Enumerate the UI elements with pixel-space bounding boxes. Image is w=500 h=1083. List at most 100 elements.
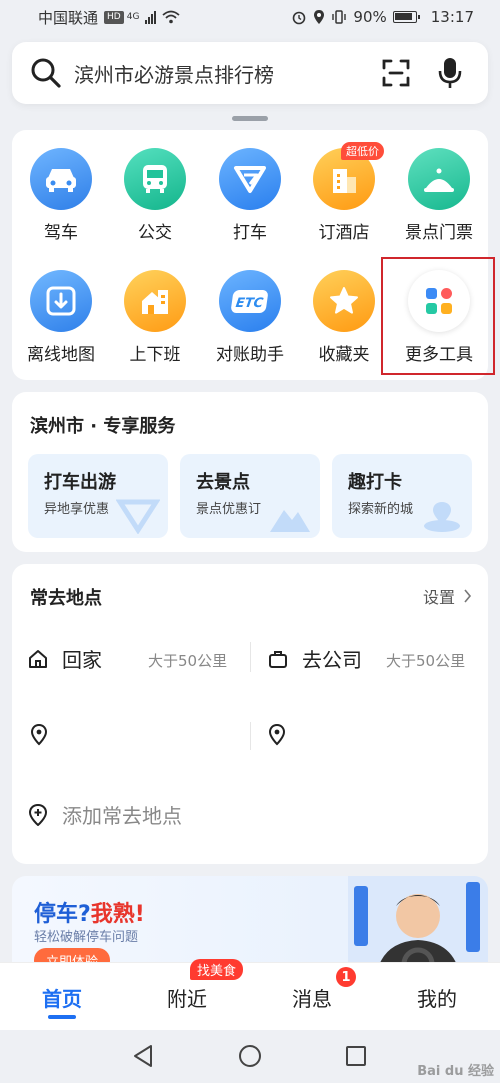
- tool-label: 景点门票: [405, 223, 473, 243]
- add-place-label: 添加常去地点: [62, 804, 182, 828]
- service-title: 打车出游: [44, 472, 116, 493]
- place-home[interactable]: 回家: [28, 644, 102, 673]
- status-bar: 中国联通 HD 4G 90% 13:17: [0, 0, 500, 34]
- bottom-tab-bar: 首页 附近 找美食 消息 1 我的: [0, 959, 500, 1030]
- taxi-decor-icon: [116, 499, 160, 534]
- place-saved-2[interactable]: [268, 724, 286, 746]
- service-taxi-trip[interactable]: 打车出游 异地享优惠: [28, 454, 168, 538]
- add-location-icon: [28, 803, 48, 826]
- search-input[interactable]: 滨州市必游景点排行榜: [74, 59, 362, 88]
- place-work-distance: 大于50公里: [386, 652, 466, 670]
- tool-label: 打车: [233, 223, 267, 243]
- tool-label: 收藏夹: [318, 345, 370, 365]
- battery-percent: 90%: [353, 8, 387, 26]
- parking-banner[interactable]: 停车?我熟! 轻松破解停车问题 立即体验: [12, 876, 488, 976]
- signal-icon: [145, 10, 157, 24]
- service-scenic[interactable]: 去景点 景点优惠订: [180, 454, 320, 538]
- commute-icon: [124, 270, 186, 332]
- tab-nearby[interactable]: 附近: [147, 983, 227, 1012]
- tools-card: 驾车 公交 打车 超低价 订酒店 景点门票 离线地图 上下班 ETC 对账助手 …: [12, 130, 495, 380]
- wifi-icon: [162, 10, 181, 24]
- battery-icon: [392, 11, 420, 23]
- briefcase-icon: [269, 650, 287, 668]
- checkin-decor-icon: [424, 502, 460, 532]
- offline-map-icon: [30, 270, 92, 332]
- banner-title-a: 停车?: [34, 902, 91, 927]
- drag-handle[interactable]: [232, 116, 268, 121]
- bus-icon: [124, 148, 186, 210]
- tool-hotel[interactable]: 超低价 订酒店: [297, 142, 391, 243]
- tab-home[interactable]: 首页: [22, 983, 102, 1012]
- tool-label: 驾车: [44, 223, 78, 243]
- place-work[interactable]: 去公司: [268, 644, 362, 673]
- message-count-badge: 1: [336, 967, 356, 987]
- scan-button[interactable]: [376, 53, 416, 93]
- clock: 13:17: [430, 8, 474, 26]
- service-title: 趣打卡: [348, 472, 402, 493]
- tab-mine[interactable]: 我的: [397, 983, 477, 1012]
- etc-icon: ETC: [219, 270, 281, 332]
- home-icon: [29, 649, 47, 668]
- location-icon: [314, 10, 325, 24]
- tool-offline-map[interactable]: 离线地图: [14, 270, 108, 365]
- system-nav-bar: Bai du 经验: [0, 1030, 500, 1083]
- tool-label: 订酒店: [318, 223, 370, 243]
- tab-messages[interactable]: 消息: [272, 983, 352, 1012]
- microphone-icon: [438, 58, 462, 88]
- banner-title-b: 我熟!: [90, 902, 145, 927]
- back-icon: [134, 1045, 152, 1067]
- divider: [250, 722, 251, 750]
- tool-bus[interactable]: 公交: [108, 148, 202, 243]
- home-circle-icon: [239, 1045, 261, 1067]
- tool-label: 离线地图: [27, 345, 95, 365]
- alarm-icon: [293, 11, 306, 25]
- tool-label: 公交: [138, 223, 172, 243]
- tool-scenic-tickets[interactable]: 景点门票: [392, 148, 486, 243]
- scan-icon: [382, 59, 410, 87]
- back-button[interactable]: [130, 1043, 156, 1069]
- active-tab-indicator: [48, 1015, 76, 1019]
- car-icon: [30, 148, 92, 210]
- place-work-name: 去公司: [302, 648, 362, 672]
- chevron-right-icon: [464, 589, 472, 603]
- hotel-discount-badge: 超低价: [341, 142, 384, 160]
- places-settings-link[interactable]: 设置: [423, 584, 472, 608]
- tool-label: 上下班: [129, 345, 181, 365]
- exclusive-services-title: 滨州市 · 专享服务: [30, 416, 176, 437]
- scenic-icon: [408, 148, 470, 210]
- service-checkin[interactable]: 趣打卡 探索新的城: [332, 454, 472, 538]
- recents-button[interactable]: [343, 1043, 369, 1069]
- watermark: Bai du 经验: [417, 1064, 494, 1079]
- voice-button[interactable]: [430, 53, 470, 93]
- tool-commute[interactable]: 上下班: [108, 270, 202, 365]
- mountain-decor-icon: [270, 510, 310, 532]
- tool-drive[interactable]: 驾车: [14, 148, 108, 243]
- add-place-button[interactable]: 添加常去地点: [28, 800, 182, 829]
- network-type: 4G: [126, 12, 140, 22]
- vibrate-icon: [332, 10, 347, 24]
- frequent-places-title: 常去地点: [30, 588, 102, 609]
- place-home-distance: 大于50公里: [148, 652, 228, 670]
- tool-favorites[interactable]: 收藏夹: [297, 270, 391, 365]
- etc-text: ETC: [235, 295, 265, 311]
- tool-taxi[interactable]: 打车: [203, 148, 297, 243]
- place-saved-1[interactable]: [30, 724, 48, 746]
- settings-label: 设置: [422, 588, 455, 607]
- service-title: 去景点: [196, 472, 250, 493]
- taxi-icon: [219, 148, 281, 210]
- search-icon: [31, 58, 61, 88]
- banner-title: 停车?我熟!: [34, 896, 145, 928]
- hd-badge: HD: [104, 10, 124, 24]
- location-pin-icon: [30, 724, 48, 746]
- tool-label: 对账助手: [216, 345, 284, 365]
- home-nav-button[interactable]: [237, 1043, 263, 1069]
- banner-spokesperson-image: [348, 876, 488, 976]
- highlight-box: [381, 257, 495, 375]
- exclusive-services-card: 滨州市 · 专享服务 打车出游 异地享优惠 去景点 景点优惠订 趣打卡 探索新的…: [12, 392, 488, 552]
- frequent-places-card: 常去地点 设置 回家 大于50公里 去公司 大于50公里 添加常去地点: [12, 564, 488, 864]
- banner-subtitle: 轻松破解停车问题: [34, 930, 139, 945]
- search-bar[interactable]: 滨州市必游景点排行榜: [12, 42, 488, 104]
- food-badge: 找美食: [190, 959, 244, 980]
- tool-reconciliation[interactable]: ETC 对账助手: [203, 270, 297, 365]
- location-pin-icon: [268, 724, 286, 746]
